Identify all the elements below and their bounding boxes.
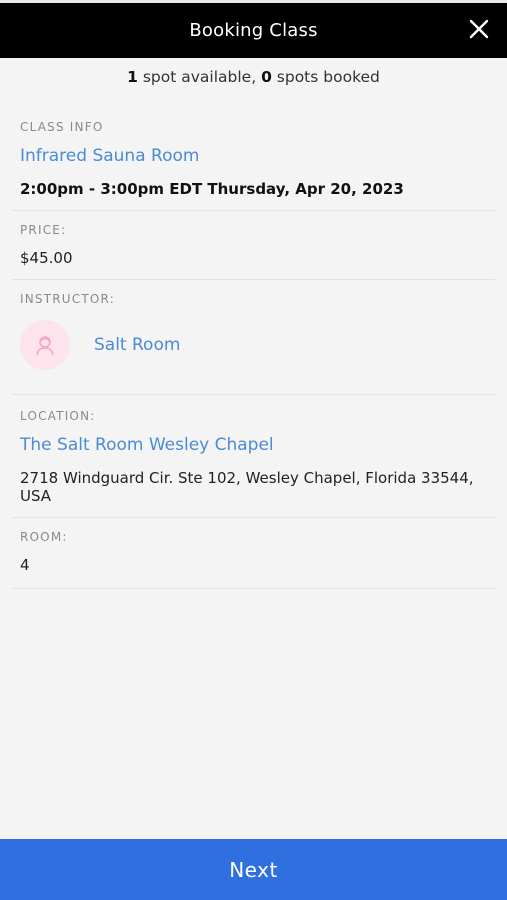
avatar xyxy=(20,320,70,370)
spots-booked-count: 0 xyxy=(261,68,272,86)
instructor-row[interactable]: Salt Room xyxy=(20,318,487,394)
class-info-section: CLASS INFO Infrared Sauna Room 2:00pm - … xyxy=(12,110,495,211)
room-value: 4 xyxy=(20,556,30,574)
class-info-label: CLASS INFO xyxy=(20,120,104,134)
instructor-section: INSTRUCTOR: Salt Room xyxy=(12,280,495,395)
location-address: 2718 Windguard Cir. Ste 102, Wesley Chap… xyxy=(20,469,474,505)
availability-summary: 1 spot available, 0 spots booked xyxy=(0,68,507,86)
spots-booked-text: spots booked xyxy=(271,68,380,86)
price-value: $45.00 xyxy=(20,249,73,267)
instructor-label: INSTRUCTOR: xyxy=(20,292,115,306)
next-button[interactable]: Next xyxy=(0,839,507,900)
spots-available-count: 1 xyxy=(127,68,138,86)
close-icon xyxy=(469,19,489,39)
room-label: ROOM: xyxy=(20,530,68,544)
room-section: ROOM: 4 xyxy=(12,518,495,589)
class-datetime: 2:00pm - 3:00pm EDT Thursday, Apr 20, 20… xyxy=(20,180,404,198)
page-title: Booking Class xyxy=(189,20,318,41)
price-label: PRICE: xyxy=(20,223,67,237)
class-name-link[interactable]: Infrared Sauna Room xyxy=(20,146,487,166)
location-section: LOCATION: The Salt Room Wesley Chapel 27… xyxy=(12,395,495,518)
close-button[interactable] xyxy=(463,13,495,45)
instructor-name-link[interactable]: Salt Room xyxy=(94,335,180,355)
booking-details: CLASS INFO Infrared Sauna Room 2:00pm - … xyxy=(12,110,495,589)
location-label: LOCATION: xyxy=(20,409,96,423)
person-icon xyxy=(36,336,54,356)
location-name-link[interactable]: The Salt Room Wesley Chapel xyxy=(20,435,487,455)
price-section: PRICE: $45.00 xyxy=(12,211,495,280)
spots-available-text: spot available, xyxy=(137,68,262,86)
header-bar: Booking Class xyxy=(0,0,507,58)
